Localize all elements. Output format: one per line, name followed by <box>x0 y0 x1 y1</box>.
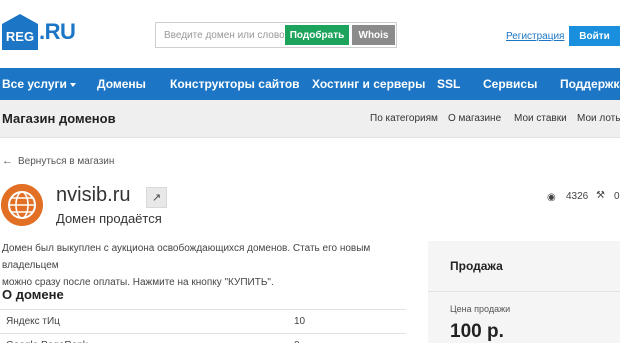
nav-item-ssl[interactable]: SSL <box>437 68 460 100</box>
link-my-bids[interactable]: Мои ставки <box>514 100 567 138</box>
logo-text: REG <box>6 29 34 44</box>
logo-house-icon: REG <box>2 14 38 50</box>
site-logo[interactable]: REG .RU <box>2 14 76 50</box>
domain-name: nvisib.ru <box>56 184 131 206</box>
domain-description: Домен был выкуплен с аукциона освобождаю… <box>2 240 402 291</box>
nav-item-services[interactable]: Сервисы <box>483 68 537 100</box>
arrow-left-icon: ← <box>2 155 13 167</box>
nav-item-support[interactable]: Поддержка <box>560 68 620 100</box>
link-my-lots[interactable]: Мои лоты <box>577 100 620 138</box>
logo-suffix: .RU <box>39 19 76 44</box>
link-by-category[interactable]: По категориям <box>370 100 438 138</box>
sale-price: 100 р. <box>450 321 504 342</box>
nav-item-hosting[interactable]: Хостинг и серверы <box>312 68 425 100</box>
table-row: Яндекс тИц 10 <box>0 309 406 333</box>
description-line: Домен был выкуплен с аукциона освобождаю… <box>2 243 371 271</box>
search-input[interactable] <box>156 23 284 47</box>
row-value: 10 <box>294 316 306 327</box>
nav-item-domains[interactable]: Домены <box>97 68 146 100</box>
shop-subbar: Магазин доменов По категориям О магазине… <box>0 100 620 138</box>
domain-globe-icon <box>1 184 43 226</box>
gavel-icon: ⚒ <box>596 190 605 201</box>
domain-status: Домен продаётся <box>56 211 162 226</box>
about-domain-heading: О домене <box>2 287 64 302</box>
site-header: REG .RU Подобрать Whois Регистрация Войт… <box>0 0 620 68</box>
nav-item-label: Все услуги <box>2 77 67 91</box>
nav-item-site-builders[interactable]: Конструкторы сайтов <box>170 68 300 100</box>
sale-panel: Продажа Цена продажи 100 р. <box>428 241 620 343</box>
views-count: 4326 <box>566 191 589 202</box>
eye-icon: ◉ <box>547 192 556 203</box>
domain-search: Подобрать Whois <box>155 22 397 48</box>
page-title: Магазин доменов <box>2 111 116 126</box>
login-button[interactable]: Войти <box>569 26 620 46</box>
back-to-shop-link[interactable]: ← Вернуться в магазин <box>2 155 114 167</box>
link-about-shop[interactable]: О магазине <box>448 100 501 138</box>
main-nav: Все услуги Домены Конструкторы сайтов Хо… <box>0 68 620 100</box>
divider <box>428 291 620 292</box>
back-link-label: Вернуться в магазин <box>18 155 115 167</box>
register-link[interactable]: Регистрация <box>506 31 564 42</box>
price-label: Цена продажи <box>450 304 511 314</box>
table-row: Google PageRank 0 <box>0 333 406 343</box>
about-domain-table: Яндекс тИц 10 Google PageRank 0 <box>0 309 406 343</box>
row-key: Яндекс тИц <box>6 316 60 327</box>
arrow-up-right-icon: ↗ <box>151 192 162 204</box>
sale-heading: Продажа <box>450 259 503 273</box>
pick-button[interactable]: Подобрать <box>285 25 349 45</box>
nav-item-all-services[interactable]: Все услуги <box>2 68 76 100</box>
whois-button[interactable]: Whois <box>352 25 395 45</box>
caret-down-icon <box>69 82 76 87</box>
bids-count: 0 <box>614 191 620 202</box>
external-link-button[interactable]: ↗ <box>146 187 167 208</box>
